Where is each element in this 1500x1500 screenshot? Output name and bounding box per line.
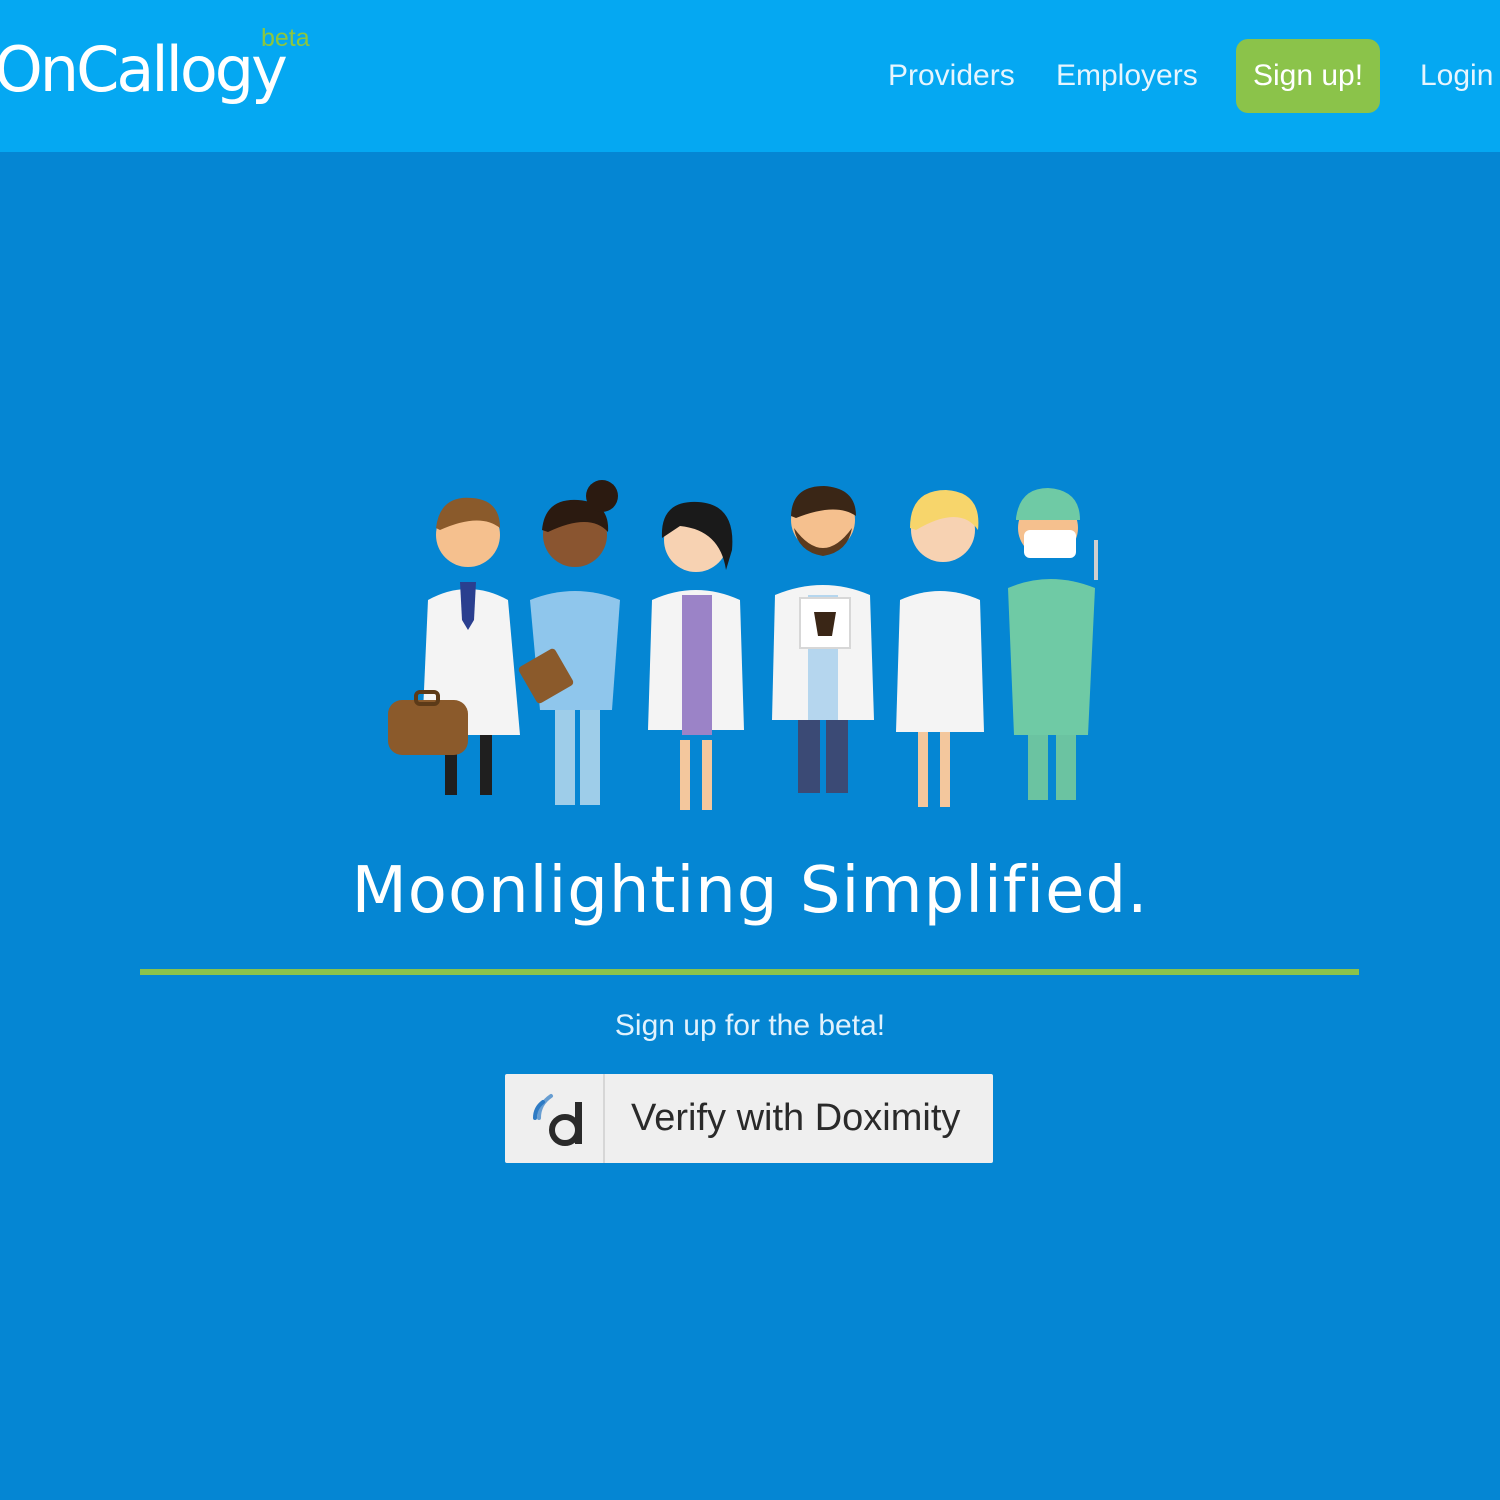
hero-headline: Moonlighting Simplified. — [351, 854, 1149, 928]
doctor-figure — [388, 497, 520, 795]
green-divider — [140, 969, 1359, 975]
signup-button[interactable]: Sign up! — [1236, 39, 1380, 113]
top-navbar: OnCallogy beta Providers Employers Sign … — [0, 0, 1500, 152]
medical-team-illustration — [388, 480, 1098, 810]
doximity-button-label: Verify with Doximity — [631, 1097, 961, 1139]
nav-providers-link[interactable]: Providers — [888, 50, 1015, 102]
doctor-figure — [648, 501, 744, 810]
doctor-figure — [772, 486, 874, 793]
beta-tag: beta — [261, 24, 310, 52]
doctor-figure — [896, 490, 984, 807]
doximity-icon — [505, 1074, 605, 1163]
surgeon-figure — [1008, 488, 1098, 800]
nav-employers-link[interactable]: Employers — [1056, 50, 1198, 102]
verify-with-doximity-button[interactable]: Verify with Doximity — [505, 1074, 993, 1163]
hero-subheading: Sign up for the beta! — [614, 1009, 886, 1042]
nav-login-link[interactable]: Login — [1420, 50, 1493, 102]
nurse-figure — [518, 480, 620, 805]
oncallogy-logo[interactable]: OnCallogy — [0, 28, 288, 112]
